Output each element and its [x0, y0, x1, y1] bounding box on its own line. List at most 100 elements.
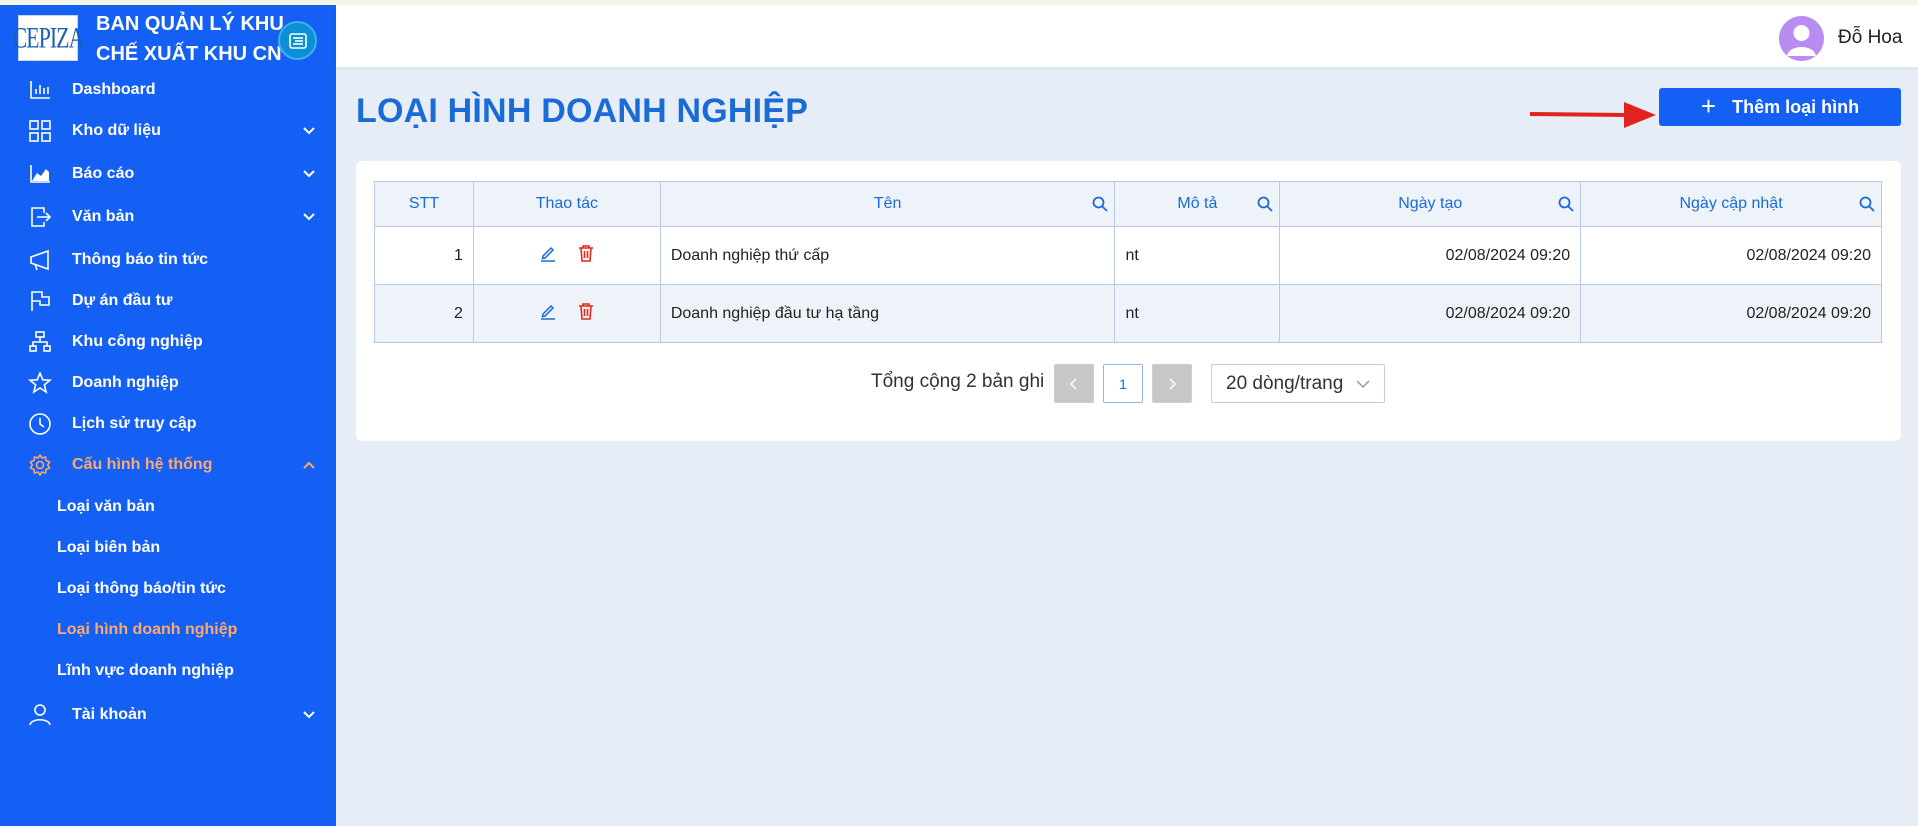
brand: CEPIZA BAN QUẢN LÝ KHU CHẾ XUẤT KHU CN	[0, 5, 336, 73]
page-size-value: 20 dòng/trang	[1226, 372, 1344, 394]
chevron-left-icon	[1069, 377, 1077, 390]
cell-stt: 1	[374, 226, 474, 285]
logo-text: CEPIZA	[12, 20, 85, 55]
edit-icon[interactable]	[539, 244, 557, 267]
column-header-ngay-tao: Ngày tạo	[1279, 181, 1582, 227]
sidebar-item-label: Báo cáo	[72, 165, 135, 182]
sidebar-item-tai-khoan[interactable]: Tài khoản	[0, 695, 336, 735]
cell-updated: 02/08/2024 09:20	[1580, 226, 1882, 285]
cell-stt: 2	[374, 284, 474, 343]
column-header-thao-tac: Thao tác	[472, 181, 661, 227]
brand-line-2: CHẾ XUẤT KHU CN	[96, 43, 282, 65]
sidebar-subitem-loai-thong-bao[interactable]: Loại thông báo/tin tức	[57, 580, 226, 598]
cell-name: Doanh nghiệp đầu tư hạ tầng	[659, 284, 1116, 343]
page-size-select[interactable]: 20 dòng/trang	[1211, 364, 1385, 403]
sidebar-item-cau-hinh-he-thong[interactable]: Cấu hình hệ thống	[0, 445, 336, 485]
grid-icon	[29, 120, 51, 142]
column-label: Ngày cập nhật	[1679, 195, 1783, 212]
chevron-down-icon	[303, 170, 315, 178]
user-icon	[29, 704, 51, 726]
sidebar-item-bao-cao[interactable]: Báo cáo	[0, 154, 336, 194]
sidebar-item-kho-du-lieu[interactable]: Kho dữ liệu	[0, 111, 336, 151]
menu-icon	[288, 32, 307, 49]
chevron-down-icon	[303, 127, 315, 135]
column-header-ngay-cap-nhat: Ngày cập nhật	[1580, 181, 1882, 227]
sidebar-item-label: Lịch sử truy cập	[72, 415, 197, 432]
sidebar-subitem-loai-van-ban[interactable]: Loại văn bản	[57, 498, 155, 516]
prev-page-button[interactable]	[1054, 364, 1094, 403]
add-button-label: Thêm loại hình	[1732, 96, 1860, 117]
sidebar-item-van-ban[interactable]: Văn bản	[0, 197, 336, 237]
cell-name: Doanh nghiệp thứ cấp	[659, 226, 1116, 285]
star-icon	[28, 372, 52, 394]
page-button-current[interactable]: 1	[1103, 364, 1143, 403]
sidebar-item-thong-bao-tin-tuc[interactable]: Thông báo tin tức	[0, 240, 336, 280]
top-border	[0, 0, 1918, 5]
sidebar-item-label: Cấu hình hệ thống	[72, 456, 213, 473]
column-header-mo-ta: Mô tả	[1114, 181, 1281, 227]
sidebar-item-label: Dashboard	[72, 81, 156, 98]
search-icon[interactable]	[1558, 196, 1574, 212]
cell-description: nt	[1114, 226, 1281, 285]
data-table: STT Thao tác Tên Mô tả Ngày tạo Ngày cập…	[374, 181, 1882, 343]
brand-line-1: BAN QUẢN LÝ KHU	[96, 13, 284, 35]
cell-created: 02/08/2024 09:20	[1279, 284, 1582, 343]
flag-icon	[31, 291, 50, 311]
chevron-down-icon	[303, 213, 315, 221]
cluster-icon	[29, 331, 51, 352]
clock-icon	[29, 413, 51, 435]
sidebar-item-label: Kho dữ liệu	[72, 122, 161, 139]
cell-description: nt	[1114, 284, 1281, 343]
edit-icon[interactable]	[539, 302, 557, 325]
brand-title: BAN QUẢN LÝ KHU CHẾ XUẤT KHU CN	[96, 9, 296, 69]
cell-created: 02/08/2024 09:20	[1279, 226, 1582, 285]
column-label: Ngày tạo	[1398, 195, 1463, 212]
page-title: LOẠI HÌNH DOANH NGHIỆP	[356, 92, 809, 130]
search-icon[interactable]	[1859, 196, 1875, 212]
gear-icon	[29, 454, 51, 476]
sidebar-item-label: Văn bản	[72, 208, 135, 225]
sidebar-item-label: Doanh nghiệp	[72, 374, 179, 391]
sidebar-item-doanh-nghiep[interactable]: Doanh nghiệp	[0, 363, 336, 403]
sidebar-item-label: Tài khoản	[72, 706, 147, 723]
sidebar-item-lich-su-truy-cap[interactable]: Lịch sử truy cập	[0, 404, 336, 444]
column-label: Tên	[873, 195, 902, 212]
sidebar: CEPIZA BAN QUẢN LÝ KHU CHẾ XUẤT KHU CN D…	[0, 0, 336, 826]
area-chart-icon	[30, 165, 50, 183]
sidebar-subitem-linh-vuc-doanh-nghiep[interactable]: Lĩnh vực doanh nghiệp	[57, 662, 234, 680]
delete-icon[interactable]	[577, 244, 595, 267]
chevron-right-icon	[1169, 377, 1177, 390]
sidebar-item-khu-cong-nghiep[interactable]: Khu công nghiệp	[0, 322, 336, 362]
plus-icon: +	[1700, 90, 1717, 121]
menu-toggle-button[interactable]	[278, 21, 317, 60]
red-arrow-annotation	[1529, 102, 1656, 128]
top-header	[336, 5, 1918, 67]
cell-actions	[472, 226, 661, 285]
sidebar-subitem-loai-bien-ban[interactable]: Loại biên bản	[57, 539, 160, 557]
next-page-button[interactable]	[1152, 364, 1192, 403]
column-header-stt: STT	[374, 181, 474, 227]
column-label: Thao tác	[535, 195, 598, 212]
sidebar-item-label: Dự án đầu tư	[72, 292, 173, 309]
user-avatar-icon	[1787, 25, 1816, 56]
column-label: Mô tả	[1177, 195, 1218, 212]
add-type-button[interactable]: + Thêm loại hình	[1659, 88, 1901, 126]
logo[interactable]: CEPIZA	[13, 15, 85, 61]
sidebar-item-du-an-dau-tu[interactable]: Dự án đầu tư	[0, 281, 336, 321]
megaphone-icon	[30, 249, 49, 271]
delete-icon[interactable]	[577, 302, 595, 325]
avatar[interactable]	[1779, 16, 1824, 61]
sidebar-subitem-loai-hinh-doanh-nghiep[interactable]: Loại hình doanh nghiệp	[57, 621, 237, 639]
pagination-total: Tổng cộng 2 bản ghi	[871, 371, 1045, 392]
search-icon[interactable]	[1092, 196, 1109, 212]
cell-updated: 02/08/2024 09:20	[1580, 284, 1882, 343]
sidebar-item-dashboard[interactable]: Dashboard	[0, 70, 336, 110]
bar-chart-icon	[30, 81, 50, 99]
sidebar-item-label: Khu công nghiệp	[72, 333, 203, 350]
chevron-up-icon	[303, 461, 315, 469]
table-row: 2 Doanh nghiệp đầu tư hạ tầng nt 02/08/2…	[374, 284, 1882, 343]
table-row: 1 Doanh nghiệp thứ cấp nt 02/08/2024 09:…	[374, 226, 1882, 285]
search-icon[interactable]	[1257, 196, 1273, 212]
chevron-down-icon	[1356, 380, 1370, 389]
username[interactable]: Đỗ Hoa	[1838, 27, 1902, 49]
